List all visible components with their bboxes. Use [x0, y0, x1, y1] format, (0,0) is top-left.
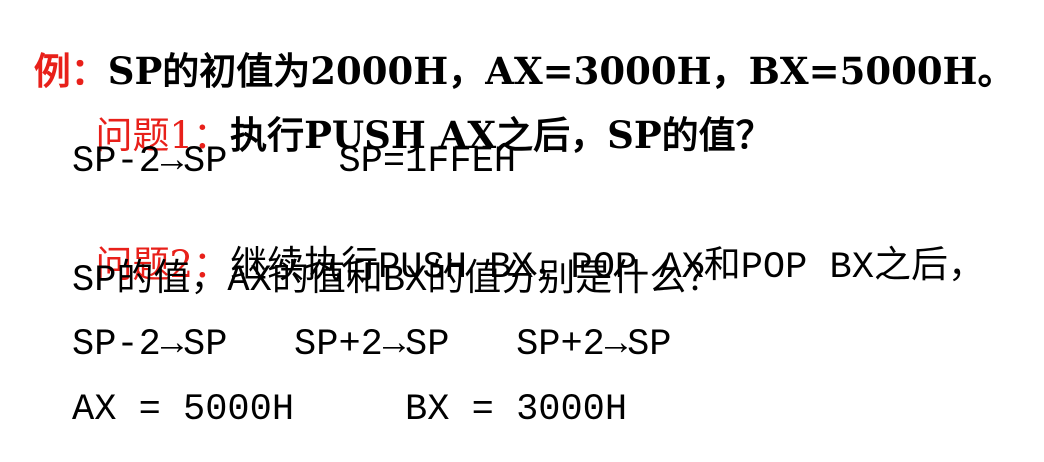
- question-2-answer-line2: AX = 5000H BX = 3000H: [72, 389, 628, 431]
- example-line: 例：SP的初值为2000H，AX=3000H，BX=5000H。: [8, 16, 1015, 90]
- question-2-answer-line1: SP-2→SP SP+2→SP SP+2→SP: [72, 324, 672, 366]
- question-1-answer: SP-2→SP SP=1FFEH: [72, 141, 517, 183]
- question-2-text-line2: SP的值，AX的值和BX的值分别是什么？: [72, 260, 724, 302]
